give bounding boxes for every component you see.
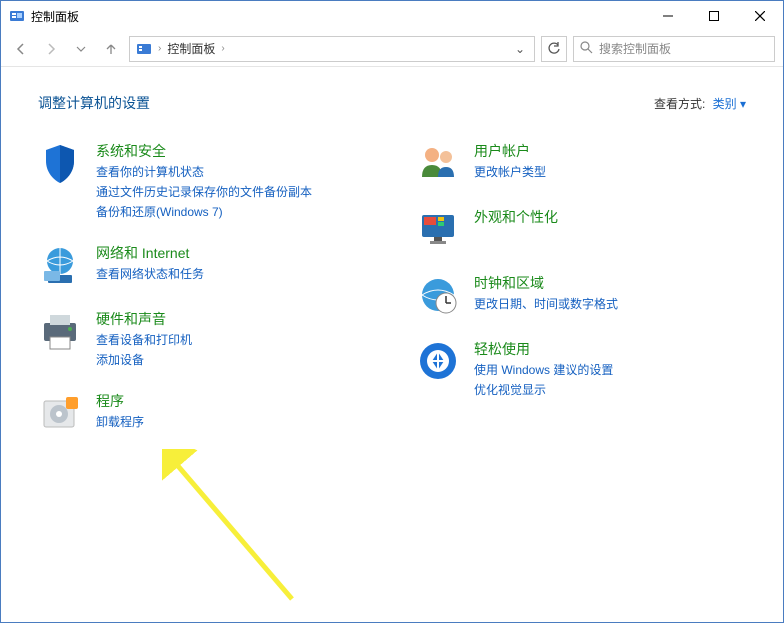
category-link[interactable]: 通过文件历史记录保存你的文件备份副本: [96, 183, 312, 201]
titlebar: 控制面板: [1, 1, 783, 31]
category-title[interactable]: 硬件和声音: [96, 309, 192, 329]
right-column: 用户帐户 更改帐户类型 外观和个性化 时钟和区域 更改日期、时间或数字格: [416, 141, 746, 435]
window-controls: [645, 1, 783, 31]
window-title: 控制面板: [31, 8, 645, 25]
ease-icon: [416, 339, 460, 383]
chevron-down-icon[interactable]: ⌄: [512, 42, 528, 56]
category-link[interactable]: 查看设备和打印机: [96, 331, 192, 349]
category-link[interactable]: 卸载程序: [96, 413, 144, 431]
shield-icon: [38, 141, 82, 185]
category-appearance: 外观和个性化: [416, 207, 746, 251]
category-title[interactable]: 外观和个性化: [474, 207, 558, 227]
breadcrumb-root[interactable]: 控制面板: [167, 40, 215, 57]
recent-dropdown[interactable]: [69, 37, 93, 61]
view-mode: 查看方式: 类别 ▾: [654, 95, 746, 112]
category-clock: 时钟和区域 更改日期、时间或数字格式: [416, 273, 746, 317]
monitor-icon: [416, 207, 460, 251]
close-button[interactable]: [737, 1, 783, 31]
category-title[interactable]: 时钟和区域: [474, 273, 618, 293]
navbar: › 控制面板 › ⌄ 搜索控制面板: [1, 31, 783, 67]
users-icon: [416, 141, 460, 185]
category-title[interactable]: 程序: [96, 391, 144, 411]
viewmode-dropdown[interactable]: 类别 ▾: [713, 97, 746, 111]
minimize-button[interactable]: [645, 1, 691, 31]
content-area: 调整计算机的设置 查看方式: 类别 ▾ 系统和安全 查看你的计算机状态 通过文件…: [2, 69, 782, 621]
category-system-security: 系统和安全 查看你的计算机状态 通过文件历史记录保存你的文件备份副本 备份和还原…: [38, 141, 368, 221]
programs-icon: [38, 391, 82, 435]
search-placeholder: 搜索控制面板: [599, 40, 671, 57]
category-columns: 系统和安全 查看你的计算机状态 通过文件历史记录保存你的文件备份副本 备份和还原…: [38, 141, 746, 435]
refresh-button[interactable]: [541, 36, 567, 62]
category-link[interactable]: 更改日期、时间或数字格式: [474, 295, 618, 313]
category-link[interactable]: 使用 Windows 建议的设置: [474, 361, 613, 379]
category-title[interactable]: 用户帐户: [474, 141, 546, 161]
category-network: 网络和 Internet 查看网络状态和任务: [38, 243, 368, 287]
search-input[interactable]: 搜索控制面板: [573, 36, 775, 62]
back-button[interactable]: [9, 37, 33, 61]
printer-icon: [38, 309, 82, 353]
app-icon: [9, 8, 25, 24]
content-header: 调整计算机的设置 查看方式: 类别 ▾: [38, 93, 746, 113]
category-link[interactable]: 备份和还原(Windows 7): [96, 203, 312, 221]
up-button[interactable]: [99, 37, 123, 61]
forward-button[interactable]: [39, 37, 63, 61]
search-icon: [580, 41, 593, 57]
category-programs: 程序 卸载程序: [38, 391, 368, 435]
category-ease-of-access: 轻松使用 使用 Windows 建议的设置 优化视觉显示: [416, 339, 746, 399]
left-column: 系统和安全 查看你的计算机状态 通过文件历史记录保存你的文件备份副本 备份和还原…: [38, 141, 368, 435]
category-link[interactable]: 添加设备: [96, 351, 192, 369]
category-link[interactable]: 查看你的计算机状态: [96, 163, 312, 181]
page-title: 调整计算机的设置: [38, 93, 150, 113]
chevron-right-icon: ›: [221, 43, 224, 54]
clock-globe-icon: [416, 273, 460, 317]
maximize-button[interactable]: [691, 1, 737, 31]
category-title[interactable]: 网络和 Internet: [96, 243, 204, 263]
viewmode-label: 查看方式:: [654, 97, 705, 111]
category-title[interactable]: 系统和安全: [96, 141, 312, 161]
category-link[interactable]: 更改帐户类型: [474, 163, 546, 181]
annotation-arrow: [162, 449, 322, 609]
address-bar[interactable]: › 控制面板 › ⌄: [129, 36, 535, 62]
chevron-right-icon: ›: [158, 43, 161, 54]
category-link[interactable]: 优化视觉显示: [474, 381, 613, 399]
globe-icon: [38, 243, 82, 287]
category-hardware: 硬件和声音 查看设备和打印机 添加设备: [38, 309, 368, 369]
category-title[interactable]: 轻松使用: [474, 339, 613, 359]
category-link[interactable]: 查看网络状态和任务: [96, 265, 204, 283]
control-panel-icon: [136, 41, 152, 57]
category-users: 用户帐户 更改帐户类型: [416, 141, 746, 185]
